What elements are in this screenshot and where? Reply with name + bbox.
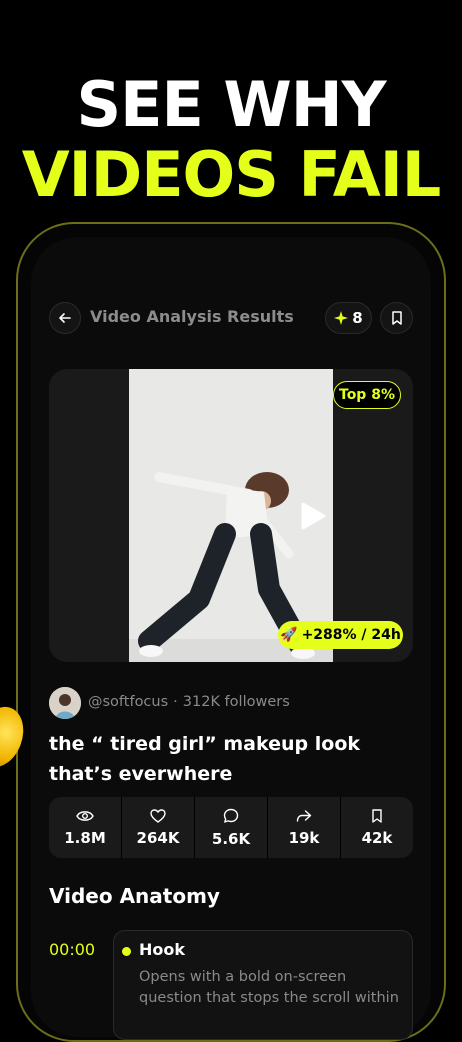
avatar[interactable] bbox=[49, 687, 81, 719]
credits-button[interactable]: 8 bbox=[325, 302, 372, 334]
stat-value: 264K bbox=[136, 828, 180, 847]
stat-value: 1.8M bbox=[64, 828, 106, 847]
bookmark-icon bbox=[391, 311, 402, 325]
video-player[interactable] bbox=[49, 369, 413, 662]
stat-value: 42k bbox=[361, 828, 393, 847]
sparkle-icon bbox=[334, 311, 349, 325]
promo-headline-line1: SEE WHY bbox=[76, 68, 386, 141]
heart-icon bbox=[150, 808, 166, 823]
stat-value: 19k bbox=[288, 828, 320, 847]
stat-likes: 264K bbox=[122, 797, 195, 858]
bookmark-icon bbox=[372, 808, 382, 823]
segment-title: Hook bbox=[139, 940, 186, 959]
comment-icon bbox=[223, 808, 239, 823]
section-title-video-anatomy: Video Anatomy bbox=[49, 884, 220, 908]
page-title: Video Analysis Results bbox=[90, 307, 294, 326]
play-icon[interactable] bbox=[299, 501, 327, 531]
stat-value: 5.6K bbox=[211, 829, 251, 848]
segment-timestamp[interactable]: 00:00 bbox=[49, 940, 95, 959]
stat-comments: 5.6K bbox=[195, 797, 268, 858]
eye-icon bbox=[76, 810, 94, 821]
creator-handle[interactable]: @softfocus bbox=[88, 694, 168, 710]
growth-badge-label: +288% / 24h bbox=[301, 627, 401, 643]
separator: · bbox=[173, 694, 178, 710]
rocket-icon: 🚀 bbox=[280, 627, 298, 643]
growth-badge: 🚀 +288% / 24h bbox=[278, 621, 403, 649]
rank-badge: Top 8% bbox=[333, 381, 401, 409]
segment-card-hook[interactable]: Hook Opens with a bold on-screen questio… bbox=[113, 930, 413, 1040]
stat-views: 1.8M bbox=[49, 797, 122, 858]
promo-headline-line2: VIDEOS FAIL bbox=[21, 138, 442, 211]
creator-info: @softfocus · 312K followers bbox=[88, 694, 290, 710]
stat-shares: 19k bbox=[268, 797, 341, 858]
video-thumbnail bbox=[129, 369, 333, 662]
stat-saves: 42k bbox=[341, 797, 413, 858]
share-icon bbox=[296, 809, 312, 822]
stats-bar: 1.8M 264K 5.6K 19k 42k bbox=[49, 797, 413, 858]
follower-count: 312K followers bbox=[182, 694, 290, 710]
credits-count: 8 bbox=[352, 309, 363, 327]
video-title: the “ tired girl” makeup look that’s eve… bbox=[49, 733, 361, 785]
segment-description: Opens with a bold on-screen question tha… bbox=[139, 969, 399, 1006]
back-button[interactable] bbox=[49, 302, 81, 334]
bullet-dot bbox=[122, 947, 131, 956]
arrow-left-icon bbox=[59, 313, 71, 323]
bookmark-button[interactable] bbox=[380, 302, 413, 334]
